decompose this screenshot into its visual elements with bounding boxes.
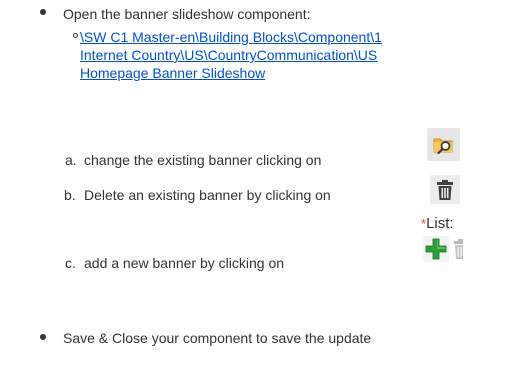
component-path-line-2[interactable]: Internet Country\US\CountryCommunication…: [80, 46, 382, 64]
browse-button[interactable]: [427, 128, 460, 161]
save-close-step: Save & Close your component to save the …: [63, 330, 372, 346]
trash-disabled-icon: [454, 239, 463, 259]
component-path-link[interactable]: \SW C1 Master-en\Building Blocks\Compone…: [80, 28, 382, 82]
component-path-line-3[interactable]: Homepage Banner Slideshow: [80, 64, 382, 82]
step-c-marker: c.: [65, 255, 76, 271]
list-label: *List:: [421, 215, 454, 233]
add-button[interactable]: [423, 236, 449, 262]
sub-bullet-marker: [73, 33, 78, 38]
component-path-line-1[interactable]: \SW C1 Master-en\Building Blocks\Compone…: [80, 28, 382, 46]
open-component-step: Open the banner slideshow component:: [63, 6, 311, 22]
step-a-marker: a.: [65, 152, 77, 168]
trash-icon: [437, 179, 453, 200]
list-label-text: List:: [426, 215, 454, 232]
folder-search-icon: [433, 138, 452, 154]
bullet-marker: [40, 9, 46, 15]
delete-disabled-button: [453, 238, 463, 262]
bullet-marker: [40, 334, 46, 340]
step-c-text: add a new banner by clicking on: [84, 255, 285, 271]
delete-button[interactable]: [430, 175, 460, 204]
step-b-text: Delete an existing banner by clicking on: [84, 187, 331, 203]
plus-icon: [425, 238, 447, 260]
step-b-marker: b.: [64, 187, 76, 203]
step-a-text: change the existing banner clicking on: [84, 152, 322, 168]
